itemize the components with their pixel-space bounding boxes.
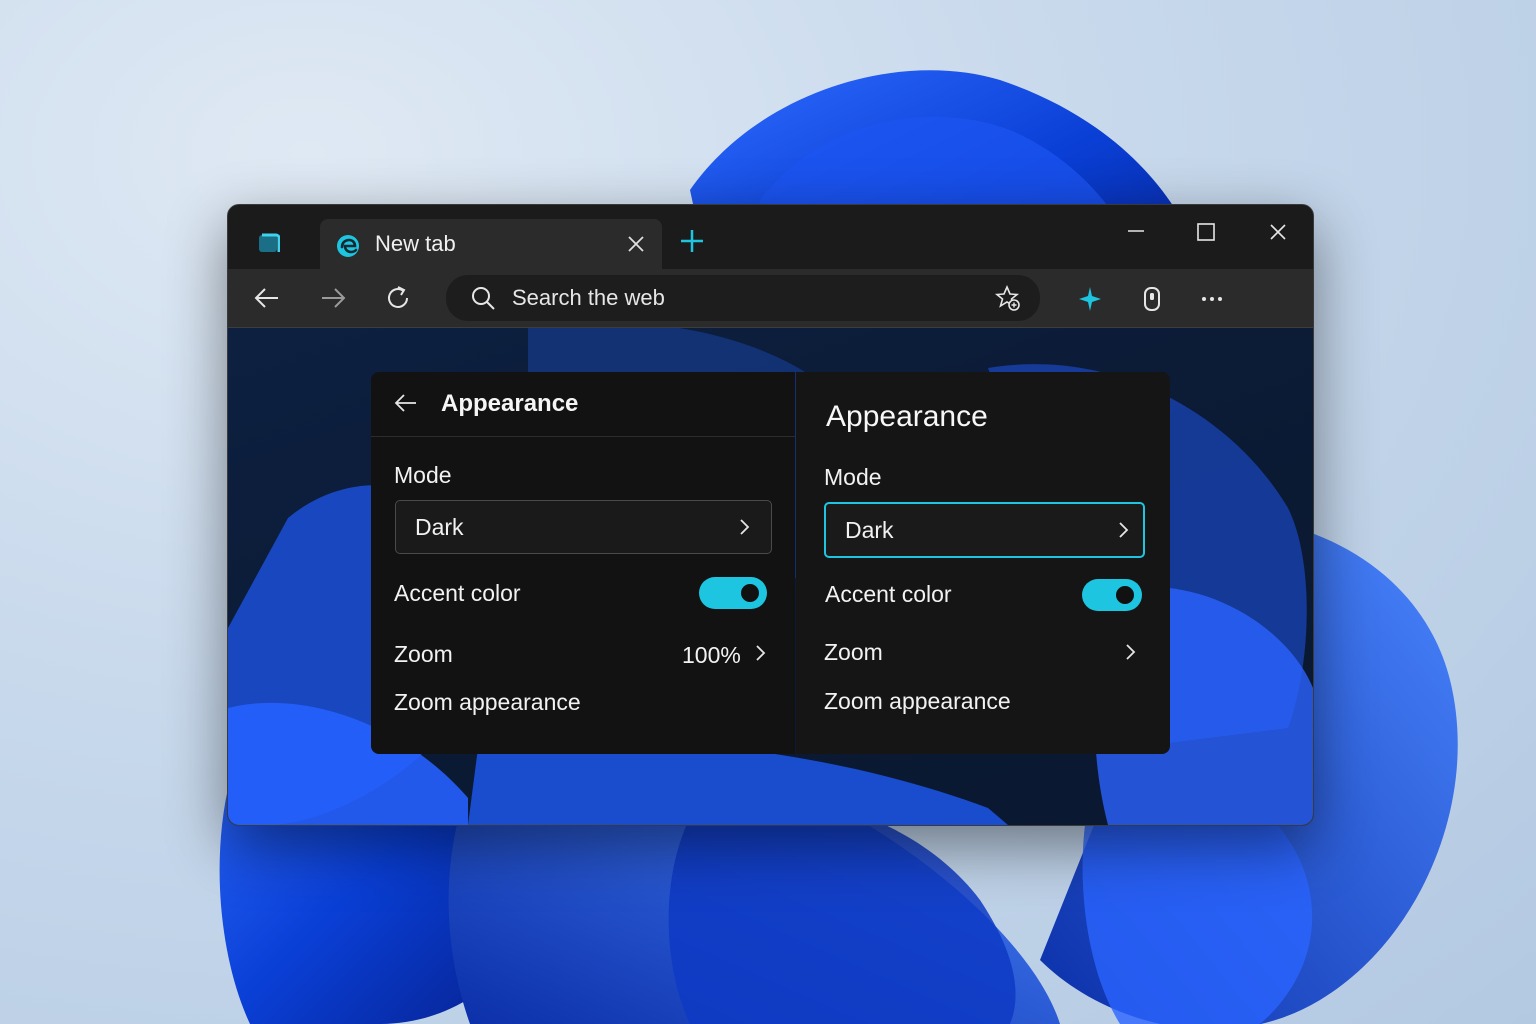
title-bar: New tab — [228, 205, 1313, 271]
panel-title: Appearance — [826, 400, 988, 433]
new-tab-plus-icon[interactable] — [678, 227, 706, 255]
panel-title: Appearance — [441, 390, 579, 417]
zoom-label: Zoom — [824, 639, 883, 665]
navigation-toolbar: Search the web — [228, 269, 1313, 328]
refresh-icon[interactable] — [383, 283, 413, 313]
address-bar-placeholder: Search the web — [512, 285, 665, 310]
toggle-knob — [1116, 586, 1134, 604]
mode-select[interactable]: Dark — [395, 500, 772, 554]
zoom-appearance-label[interactable]: Zoom appearance — [824, 688, 1011, 715]
accent-color-label: Accent color — [825, 581, 952, 607]
mode-select[interactable]: Dark — [824, 502, 1145, 558]
add-favorite-star-icon[interactable] — [994, 284, 1022, 312]
mode-select-value: Dark — [845, 517, 894, 543]
chevron-right-icon — [1119, 522, 1129, 538]
chevron-right-icon[interactable] — [751, 644, 769, 662]
forward-arrow-icon[interactable] — [318, 283, 348, 313]
workspaces-icon[interactable] — [258, 232, 280, 254]
appearance-panel-left: Appearance Mode Dark Accent color Zoom 1… — [371, 372, 795, 754]
accent-color-label: Accent color — [394, 580, 521, 606]
extensions-icon[interactable] — [1138, 285, 1166, 313]
panel-header: Appearance — [371, 372, 795, 437]
back-arrow-icon[interactable] — [393, 390, 419, 416]
maximize-icon[interactable] — [1184, 219, 1228, 249]
minimize-icon[interactable] — [1114, 219, 1158, 249]
close-window-icon[interactable] — [1256, 219, 1300, 249]
appearance-panel-right: Appearance Mode Dark Accent color Zoom Z… — [796, 372, 1170, 754]
mode-label: Mode — [824, 464, 882, 490]
accent-color-toggle[interactable] — [699, 577, 767, 609]
chevron-right-icon — [740, 519, 750, 535]
toggle-knob — [741, 584, 759, 602]
copilot-sparkle-icon[interactable] — [1076, 285, 1104, 313]
accent-color-toggle[interactable] — [1082, 579, 1142, 611]
edge-logo-icon — [337, 235, 359, 257]
mode-label: Mode — [394, 462, 452, 488]
mode-select-value: Dark — [415, 514, 464, 540]
back-arrow-icon[interactable] — [252, 283, 282, 313]
chevron-right-icon[interactable] — [1121, 643, 1139, 661]
address-bar[interactable]: Search the web — [446, 275, 1040, 321]
tab-title: New tab — [375, 231, 456, 256]
zoom-label: Zoom — [394, 641, 453, 667]
zoom-value[interactable]: 100% — [682, 642, 741, 669]
tab-new-tab[interactable]: New tab — [320, 219, 662, 271]
more-options-icon[interactable] — [1198, 285, 1226, 313]
close-tab-icon[interactable] — [626, 234, 646, 254]
zoom-appearance-label[interactable]: Zoom appearance — [394, 689, 581, 716]
search-icon — [472, 287, 495, 310]
